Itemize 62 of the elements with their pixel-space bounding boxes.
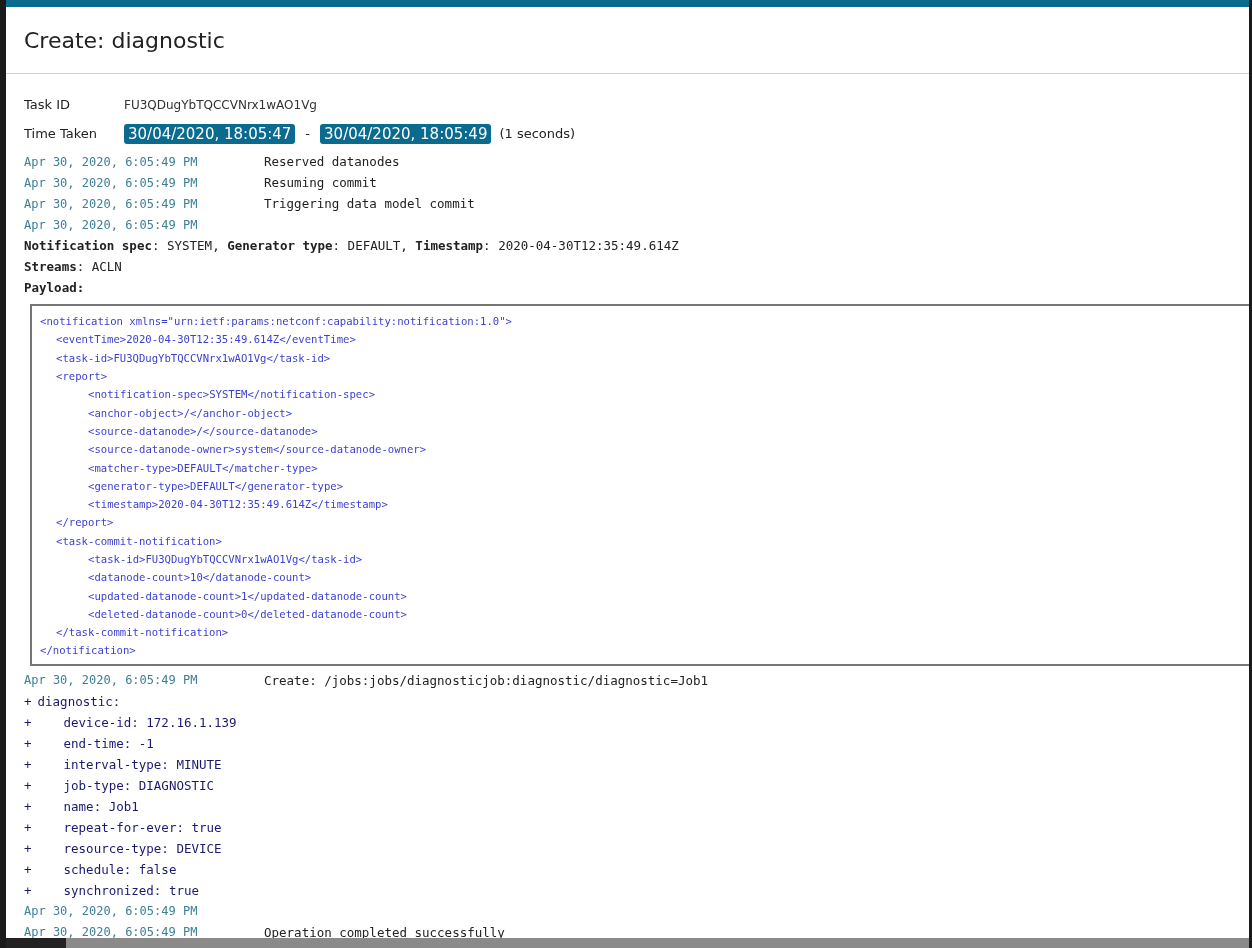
diff-marker: + [24,798,32,814]
xml-line: <report> [56,370,108,383]
task-id-label: Task ID [24,97,72,112]
xml-line: <task-id>FU3QDugYbTQCCVNrx1wAO1Vg</task-id> [56,351,331,364]
payload-label: Payload: [24,280,85,295]
horizontal-scrollbar[interactable] [66,938,1249,948]
diff-marker: + [24,840,32,856]
diff-marker: + [24,777,32,793]
diff-line: job-type: DIAGNOSTIC [63,777,215,793]
log-message: Triggering data model commit [264,196,475,211]
dialog-title: Create: diagnostic [24,27,225,53]
xml-line: <updated-datanode-count>1</updated-datanode-count> [88,589,407,602]
end-time-badge: 30/04/2020, 18:05:49 [320,123,492,144]
diff-line: diagnostic: [37,693,121,709]
xml-line: <datanode-count>10</datanode-count> [88,571,312,584]
streams-text: Streams: ACLN [24,259,122,274]
diff-marker: + [24,819,32,835]
log-timestamp: Apr 30, 2020, 6:05:49 PM [24,673,199,688]
duration-text: (1 seconds) [499,126,576,141]
xml-line: </task-commit-notification> [56,626,229,639]
diff-marker: + [24,735,32,751]
log-timestamp: Apr 30, 2020, 6:05:49 PM [24,925,199,938]
log-timestamp: Apr 30, 2020, 6:05:49 PM [24,196,199,211]
diff-marker: + [24,756,32,772]
range-separator: - [305,126,311,141]
xml-line: <notification-spec>SYSTEM</notification-spec> [88,388,375,401]
log-message: Resuming commit [264,175,377,190]
xml-line: <timestamp>2020-04-30T12:35:49.614Z</timestamp> [88,498,388,511]
xml-line: <task-commit-notification> [56,534,222,547]
task-id-value: FU3QDugYbTQCCVNrx1wAO1Vg [124,97,317,112]
diff-line: device-id: 172.16.1.139 [63,714,237,730]
log-timestamp: Apr 30, 2020, 6:05:49 PM [24,154,199,169]
log-timestamp: Apr 30, 2020, 6:05:49 PM [24,175,199,190]
log-message: Create: /jobs:jobs/diagnosticjob:diagnostic/diagnostic=Job1 [264,672,708,688]
xml-line: <eventTime>2020-04-30T12:35:49.614Z</eventTime> [56,333,356,346]
log-timestamp: Apr 30, 2020, 6:05:49 PM [24,904,199,919]
xml-line: <source-datanode>/</source-datanode> [88,424,318,437]
diff-line: synchronized: true [63,882,199,898]
time-taken-label: Time Taken [24,126,98,141]
xml-line: <task-id>FU3QDugYbTQCCVNrx1wAO1Vg</task-id> [88,553,363,565]
xml-line: <anchor-object>/</anchor-object> [88,406,293,419]
log-timestamp: Apr 30, 2020, 6:05:49 PM [24,217,199,232]
xml-line: <source-datanode-owner>system</source-datanode-owner> [88,443,427,456]
xml-line: </notification> [40,644,136,657]
notification-summary: Notification spec: SYSTEM, Generator type: DEFAULT, Timestamp: 2020-04-30T12:35:49.614Z [24,238,679,253]
diff-marker: + [24,882,32,898]
xml-line: </report> [56,516,114,529]
diff-line: repeat-for-ever: true [63,819,222,835]
xml-line: <matcher-type>DEFAULT</matcher-type> [88,461,318,474]
diff-line: interval-type: MINUTE [63,756,222,772]
diff-line: resource-type: DEVICE [63,840,222,856]
diff-marker: + [24,693,32,709]
start-time-badge: 30/04/2020, 18:05:47 [124,123,296,144]
diff-marker: + [24,861,32,877]
diff-line: name: Job1 [63,798,139,814]
log-message: Reserved datanodes [264,154,400,169]
xml-line: <notification xmlns="urn:ietf:params:netconf:capability:notification:1.0"> [40,315,512,328]
xml-line: <deleted-datanode-count>0</deleted-datanode-count> [88,607,407,620]
diff-line: end-time: -1 [63,735,154,751]
xml-line: <generator-type>DEFAULT</generator-type> [88,479,344,492]
diff-line: schedule: false [63,861,177,877]
diff-marker: + [24,714,32,730]
